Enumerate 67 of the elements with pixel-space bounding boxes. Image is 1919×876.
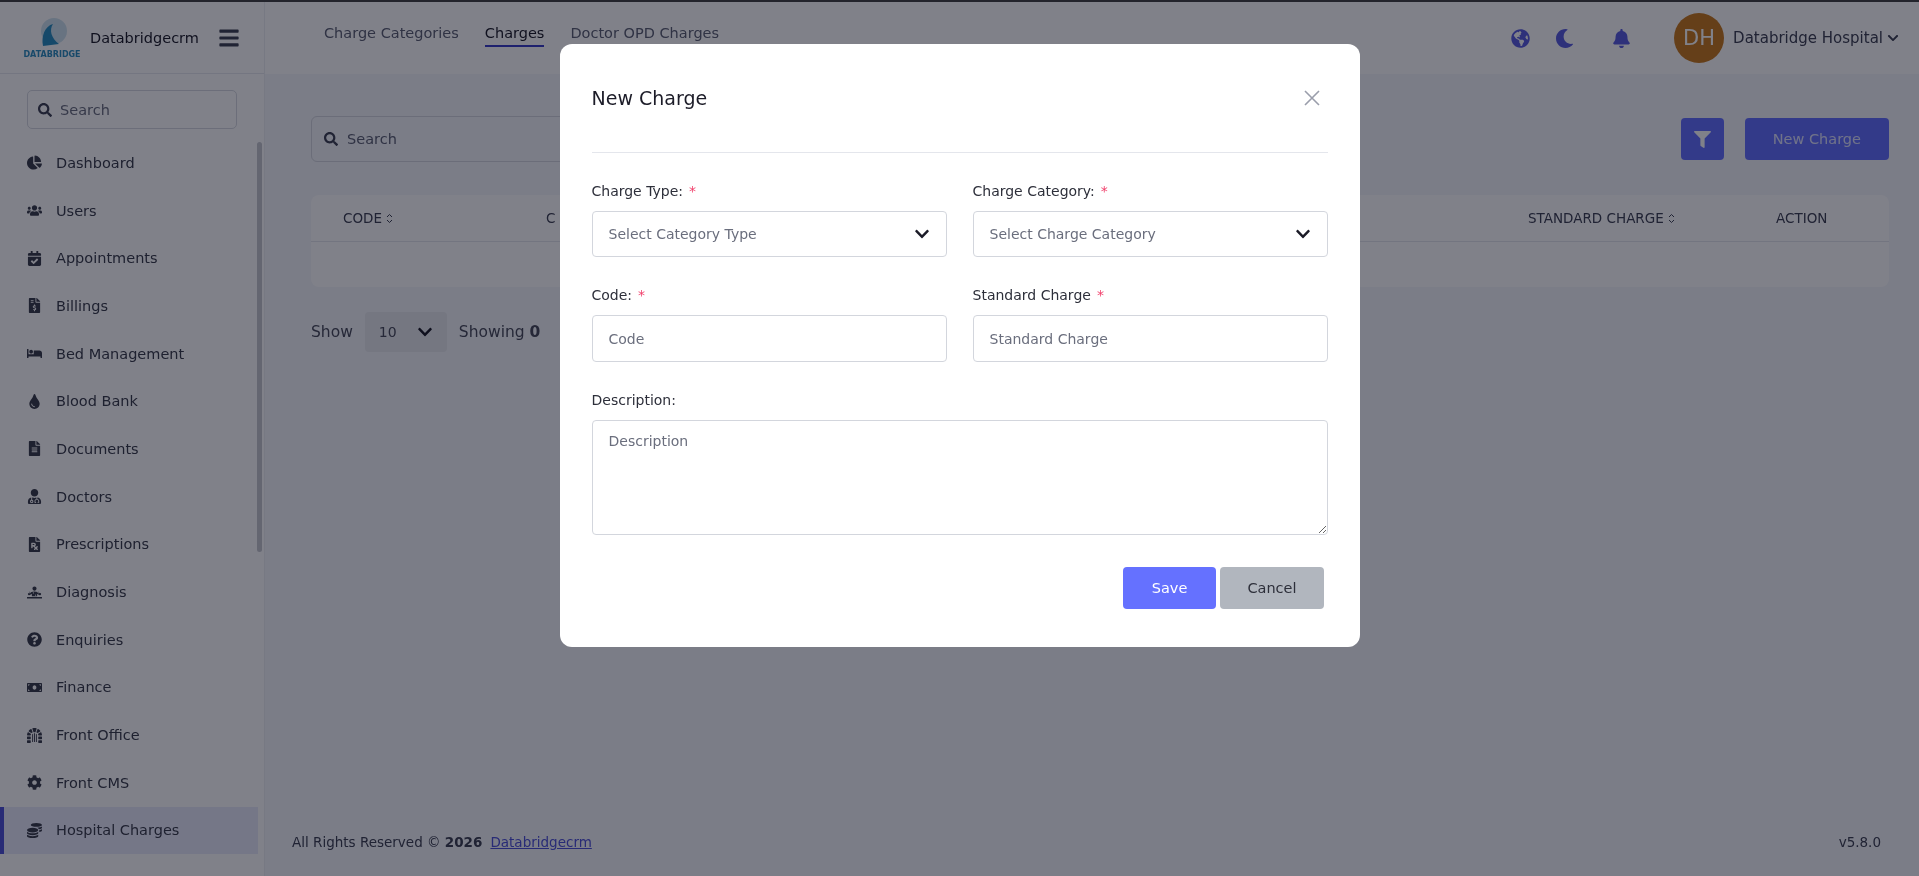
nav-tab[interactable]: Doctor OPD Charges — [570, 23, 720, 47]
column-header[interactable]: CODE — [343, 210, 393, 226]
logo-text: DATABRIDGE — [23, 50, 81, 59]
textarea-field[interactable]: Description — [591, 420, 1328, 535]
version-text: v5.8.0 — [1838, 834, 1881, 850]
save-button[interactable]: Save — [1122, 567, 1217, 609]
arch-icon — [27, 727, 42, 743]
scrollbar-thumb[interactable] — [257, 142, 262, 552]
sort-icon[interactable] — [1667, 212, 1675, 224]
copyright-text: All Rights Reserved © 2026 — [292, 834, 483, 850]
globe-icon[interactable] — [1510, 28, 1530, 48]
users-icon — [27, 203, 42, 219]
column-header[interactable]: ACTION — [1776, 210, 1828, 226]
select-field[interactable]: Select Charge Category — [972, 211, 1328, 257]
nav-tab[interactable]: Charge Categories — [324, 23, 459, 47]
search-icon — [324, 132, 338, 146]
cancel-button[interactable]: Cancel — [1220, 567, 1324, 609]
user-avatar[interactable]: DH — [1674, 13, 1725, 63]
close-button[interactable] — [1301, 88, 1322, 108]
field-label: Description: — [591, 392, 676, 408]
field-label: Standard Charge — [972, 287, 1091, 303]
select-field[interactable]: Select Category Type — [591, 211, 947, 257]
document-icon — [27, 441, 42, 457]
drop-icon — [27, 393, 42, 409]
field-label: Charge Category: — [972, 183, 1095, 199]
sidebar-item[interactable]: Enquiries — [0, 615, 258, 664]
doctor-icon — [27, 489, 42, 505]
input-field[interactable]: Code — [591, 315, 947, 362]
required-mark: * — [1096, 287, 1104, 303]
modal-title: New Charge — [591, 87, 708, 109]
footer-link[interactable]: Databridgecrm — [490, 834, 592, 850]
input-field[interactable]: Standard Charge — [972, 315, 1328, 362]
required-mark: * — [638, 287, 646, 303]
pie-chart-icon — [27, 155, 42, 171]
moon-icon[interactable] — [1554, 28, 1574, 48]
filter-icon — [1693, 130, 1711, 148]
settings-icon — [27, 775, 42, 791]
nav-tab[interactable]: Charges — [484, 23, 545, 47]
filter-button[interactable] — [1680, 118, 1724, 160]
invoice-icon — [27, 298, 42, 314]
field-label: Charge Type: — [591, 183, 684, 199]
sidebar-item[interactable]: Front CMS — [0, 758, 258, 807]
new-charge-button[interactable]: New Charge — [1744, 118, 1889, 160]
sidebar-item[interactable]: Finance — [0, 663, 258, 712]
diagnosis-icon — [27, 584, 42, 600]
sidebar-item[interactable]: Front Office — [0, 711, 258, 759]
show-label: Show — [311, 323, 353, 341]
required-mark: * — [689, 183, 697, 199]
required-mark: * — [1100, 183, 1108, 199]
page-size-select[interactable]: 10 — [364, 312, 447, 352]
question-icon — [27, 632, 42, 648]
search-field[interactable]: Search — [27, 90, 237, 129]
sort-icon[interactable] — [386, 212, 393, 224]
column-header[interactable]: C — [546, 210, 556, 226]
prescription-icon — [27, 536, 42, 552]
brand-name: Databridgecrm — [90, 29, 200, 46]
column-header[interactable]: STANDARD CHARGE — [1528, 210, 1675, 226]
sidebar-item[interactable]: Diagnosis — [0, 568, 258, 616]
field-label: Code: — [591, 287, 633, 303]
showing-text: Showing 0 — [458, 323, 541, 341]
chevron-down-icon[interactable] — [1887, 32, 1899, 44]
bell-icon[interactable] — [1611, 28, 1631, 48]
user-name[interactable]: Databridge Hospital — [1733, 29, 1883, 47]
calendar-check-icon — [27, 250, 42, 266]
coins-icon — [27, 822, 42, 838]
search-icon — [38, 103, 52, 117]
sidebar-item[interactable]: Hospital Charges — [0, 806, 258, 855]
